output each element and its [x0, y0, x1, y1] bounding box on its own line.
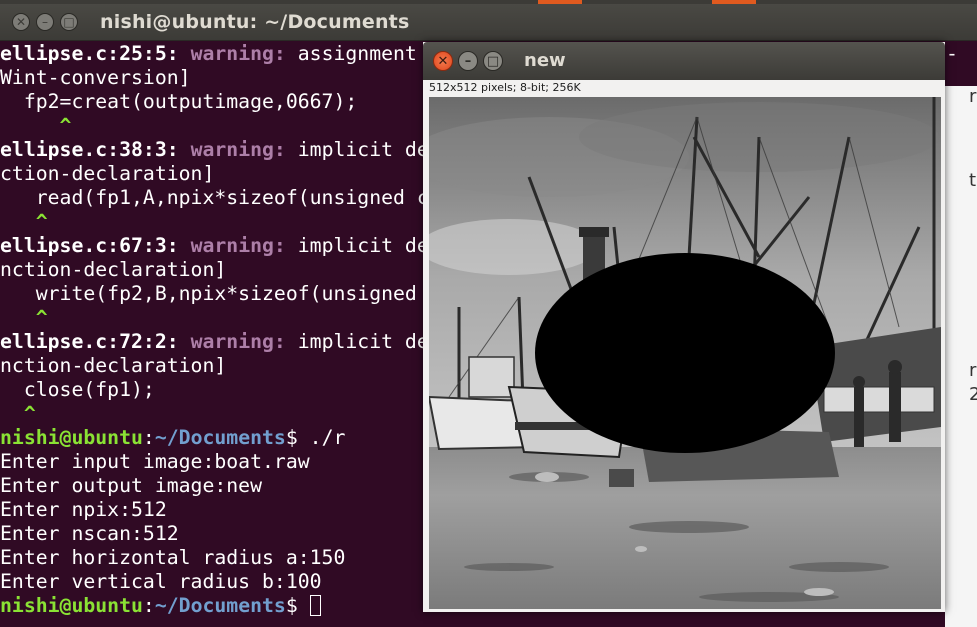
image-info-label: 512x512 pixels; 8-bit; 256K — [429, 81, 581, 94]
viewer-maximize-button[interactable]: □ — [483, 51, 503, 71]
background-text: r — [969, 360, 977, 381]
terminal-text-fragment: - — [946, 42, 958, 65]
terminal-text: ~/Documents — [154, 594, 286, 617]
terminal-close-button[interactable]: ✕ — [12, 13, 30, 31]
terminal-text: ^ — [0, 402, 36, 425]
image-viewer-window[interactable]: ✕ – □ new 512x512 pixels; 8-bit; 256K — [423, 42, 945, 612]
terminal-text: close(fp1); — [0, 378, 155, 401]
terminal-text: warning: — [190, 42, 286, 65]
terminal-text: warning: — [190, 330, 286, 353]
terminal-titlebar[interactable]: ✕ – □ nishi@ubuntu: ~/Documents — [0, 4, 977, 41]
terminal-text: Enter horizontal radius a:150 — [0, 546, 346, 569]
terminal-text: : — [142, 426, 155, 449]
terminal-cursor — [309, 595, 321, 616]
terminal-text: ellipse.c:67:3: — [0, 234, 191, 257]
viewer-minimize-button[interactable]: – — [458, 51, 478, 71]
terminal-text: ellipse.c:38:3: — [0, 138, 191, 161]
minimize-icon: – — [42, 15, 48, 29]
terminal-text: nction-declaration] — [0, 354, 227, 377]
terminal-text: ellipse.c:25:5: — [0, 42, 191, 65]
terminal-text: nishi@ubuntu — [0, 594, 143, 617]
terminal-text: implicit de — [285, 138, 429, 161]
background-text: 2 — [969, 384, 977, 405]
close-icon: ✕ — [437, 53, 449, 69]
terminal-text: Enter vertical radius b:100 — [0, 570, 322, 593]
maximize-icon: □ — [63, 15, 75, 29]
close-icon: ✕ — [15, 15, 27, 29]
terminal-text: implicit de — [285, 330, 429, 353]
terminal-text: Enter output image:new — [0, 474, 263, 497]
terminal-text: assignment — [285, 42, 429, 65]
terminal-text: Enter npix:512 — [0, 498, 167, 521]
image-canvas[interactable] — [429, 97, 941, 609]
terminal-text: nction-declaration] — [0, 258, 227, 281]
terminal-text: fp2=creat(outputimage,0667); — [0, 90, 358, 113]
image-viewer-titlebar[interactable]: ✕ – □ new — [423, 42, 945, 80]
terminal-title: nishi@ubuntu: ~/Documents — [100, 11, 410, 33]
terminal-text: ^ — [0, 114, 72, 137]
image-viewer-title: new — [524, 50, 566, 71]
terminal-text: nishi@ubuntu — [0, 426, 143, 449]
terminal-text: ^ — [0, 210, 48, 233]
terminal-text: ction-declaration] — [0, 162, 215, 185]
minimize-icon: – — [464, 53, 472, 69]
boat-image — [429, 97, 941, 609]
background-text: r — [969, 86, 977, 107]
terminal-text: : — [142, 594, 155, 617]
terminal-maximize-button[interactable]: □ — [60, 13, 78, 31]
terminal-text: $ ./r — [285, 426, 346, 449]
background-text: t — [969, 170, 977, 191]
terminal-text: implicit de — [285, 234, 429, 257]
terminal-text: ellipse.c:72:2: — [0, 330, 191, 353]
terminal-text: ~/Documents — [154, 426, 286, 449]
terminal-text: Enter nscan:512 — [0, 522, 179, 545]
terminal-minimize-button[interactable]: – — [36, 13, 54, 31]
terminal-text: $ — [285, 594, 310, 617]
terminal-text: Enter input image:boat.raw — [0, 450, 310, 473]
black-ellipse-mask — [535, 253, 835, 453]
terminal-text: read(fp1,A,npix*sizeof(unsigned c — [0, 186, 429, 209]
terminal-text: ^ — [0, 306, 48, 329]
background-window-edge: r t r 2 — [945, 86, 977, 627]
terminal-text: Wint-conversion] — [0, 66, 191, 89]
terminal-text: warning: — [190, 138, 286, 161]
viewer-close-button[interactable]: ✕ — [433, 51, 453, 71]
terminal-text: warning: — [190, 234, 286, 257]
terminal-text: write(fp2,B,npix*sizeof(unsigned — [0, 282, 429, 305]
maximize-icon: □ — [486, 53, 500, 69]
